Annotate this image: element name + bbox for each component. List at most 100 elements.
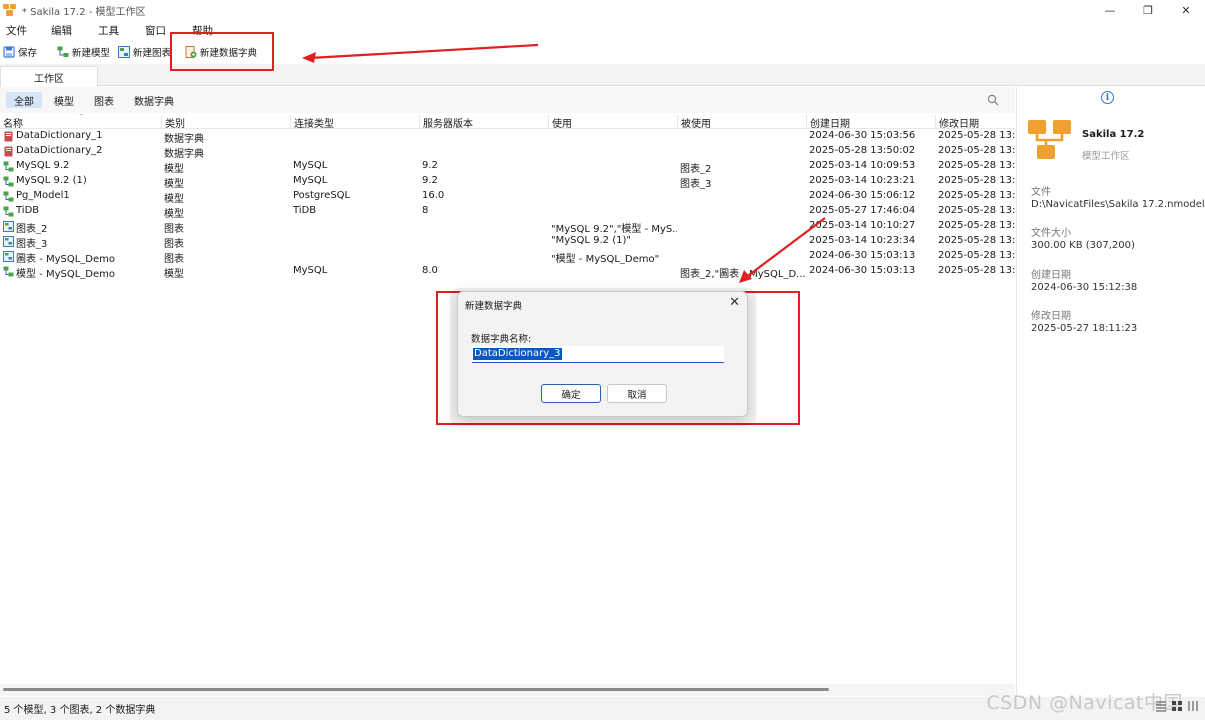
menu-tools[interactable]: 工具 (90, 23, 127, 38)
cell-usedby (677, 220, 806, 234)
grid-header: 名称 ⌃ 类别 连接类型 服务器版本 使用 被使用 创建日期 修改日期 (0, 114, 1015, 130)
menu-window[interactable]: 窗口 (137, 23, 174, 38)
minimize-button[interactable]: — (1091, 0, 1129, 20)
cell-ver (419, 235, 548, 249)
workspace-model-icon (1028, 120, 1071, 159)
cell-usedby (677, 145, 806, 159)
cell-ver: 16.0 (422, 190, 445, 201)
cell-type: 模型 (164, 164, 184, 174)
cell-ver (419, 145, 548, 159)
column-header-server-version[interactable]: 服务器版本 (419, 115, 548, 130)
cell-name: MySQL 9.2 (1) (16, 175, 87, 186)
cell-conn (290, 130, 419, 144)
list-view-icon[interactable] (1155, 700, 1167, 712)
cell-ver (419, 220, 548, 234)
cell-conn (290, 250, 419, 264)
menu-file[interactable]: 文件 (0, 23, 35, 38)
ok-button[interactable]: 确定 (541, 384, 601, 403)
dictionary-name-input[interactable]: DataDictionary_3 (472, 346, 724, 363)
cell-usedby: 图表_2,"圖表 - MySQL_D... (680, 269, 806, 279)
cell-modified: 2025-05-28 13:4 (938, 235, 1015, 246)
cell-type: 数据字典 (164, 149, 204, 159)
panel-subtitle: 模型工作区 (1082, 151, 1130, 162)
cell-usedby: 图表_3 (680, 179, 712, 189)
table-row[interactable]: TiDB 模型 TiDB 8 2025-05-27 17:46:04 2025-05-28… (0, 204, 1015, 219)
column-header-uses[interactable]: 使用 (548, 115, 677, 130)
table-row[interactable]: 图表_2 图表 "MySQL 9.2","模型 - MyS... 2025-03-14… (0, 219, 1015, 234)
cell-modified: 2025-05-28 13:4 (938, 130, 1015, 141)
cell-created: 2025-05-27 17:46:04 (809, 205, 916, 216)
filter-models[interactable]: 模型 (46, 92, 82, 108)
watermark-text: CSDN @Navicat中国 (986, 692, 1183, 714)
cell-uses (548, 205, 677, 219)
annotation-arrowhead-toolbar (302, 52, 316, 63)
column-header-type[interactable]: 类别 (161, 115, 290, 130)
cell-type: 图表 (164, 254, 184, 264)
menu-edit[interactable]: 编辑 (43, 23, 80, 38)
cell-ver: 8 (422, 205, 429, 216)
dialog-title: 新建数据字典 (465, 301, 523, 312)
status-text: 5 个模型, 3 个图表, 2 个数据字典 (4, 705, 156, 716)
panel-title: Sakila 17.2 (1082, 129, 1145, 140)
prop-created-value: 2024-06-30 15:12:38 (1031, 282, 1138, 293)
new-model-button[interactable]: 新建模型 (54, 42, 113, 62)
cell-usedby (677, 190, 806, 204)
new-diagram-label: 新建图表 (133, 48, 172, 59)
icon-view-icon[interactable] (1187, 700, 1199, 712)
info-panel: i Sakila 17.2 模型工作区 文件 D:\NavicatFiles\S… (1016, 87, 1205, 697)
cell-name: TiDB (16, 205, 40, 216)
close-icon[interactable]: ✕ (729, 295, 740, 310)
column-header-connection-type[interactable]: 连接类型 (290, 115, 419, 130)
filter-data-dictionaries[interactable]: 数据字典 (126, 92, 182, 108)
view-switcher (1155, 700, 1199, 712)
cell-type: 图表 (164, 224, 184, 234)
cell-uses (548, 265, 677, 279)
column-header-created[interactable]: 创建日期 (806, 115, 935, 130)
table-row[interactable]: DataDictionary_1 数据字典 2024-06-30 15:03:56 2… (0, 129, 1015, 144)
tab-workspace[interactable]: 工作区 (0, 66, 98, 87)
column-header-name[interactable]: 名称 ⌃ (0, 114, 161, 130)
table-row[interactable]: MySQL 9.2 模型 MySQL 9.2 图表_2 2025-03-14 10:09:… (0, 159, 1015, 174)
column-header-used-by[interactable]: 被使用 (677, 115, 806, 130)
cell-name: 图表_3 (16, 239, 48, 249)
info-icon[interactable]: i (1101, 91, 1114, 104)
table-row[interactable]: Pg_Model1 模型 PostgreSQL 16.0 2024-06-30 15:0… (0, 189, 1015, 204)
prop-file-label: 文件 (1031, 187, 1051, 198)
grid-body: DataDictionary_1 数据字典 2024-06-30 15:03:56 2… (0, 129, 1015, 279)
cell-created: 2025-03-14 10:10:27 (809, 220, 916, 231)
cell-modified: 2025-05-28 13:4 (938, 160, 1015, 171)
app-logo-icon (3, 3, 17, 17)
cancel-button[interactable]: 取消 (607, 384, 667, 403)
cell-type: 模型 (164, 179, 184, 189)
cell-uses: "MySQL 9.2","模型 - MyS... (551, 224, 677, 234)
cell-uses: "模型 - MySQL_Demo" (551, 254, 660, 264)
filter-bar: 全部 模型 图表 数据字典 (0, 87, 1015, 113)
cell-usedby (677, 235, 806, 249)
title-bar: * Sakila 17.2 - 模型工作区 — ❐ ✕ (0, 0, 1205, 20)
window-controls: — ❐ ✕ (1091, 0, 1205, 20)
prop-modified-value: 2025-05-27 18:11:23 (1031, 323, 1138, 334)
cell-conn: MySQL (293, 160, 328, 171)
table-row[interactable]: 图表_3 图表 "MySQL 9.2 (1)" 2025-03-14 10:23:34… (0, 234, 1015, 249)
cell-ver (419, 250, 548, 264)
maximize-button[interactable]: ❐ (1129, 0, 1167, 20)
table-row[interactable]: MySQL 9.2 (1) 模型 MySQL 9.2 图表_3 2025-03-14 10… (0, 174, 1015, 189)
cell-conn (290, 220, 419, 234)
search-icon[interactable] (987, 94, 999, 106)
detail-view-icon[interactable] (1171, 700, 1183, 712)
cell-created: 2025-03-14 10:23:21 (809, 175, 916, 186)
scrollbar-thumb[interactable] (3, 688, 829, 691)
close-button[interactable]: ✕ (1167, 0, 1205, 20)
table-row[interactable]: 模型 - MySQL_Demo 模型 MySQL 8.0 图表_2,"圖表 - MySQ… (0, 264, 1015, 279)
table-row[interactable]: DataDictionary_2 数据字典 2025-05-28 13:50:02 2… (0, 144, 1015, 159)
column-header-modified[interactable]: 修改日期 (935, 115, 1015, 130)
prop-modified-label: 修改日期 (1031, 311, 1071, 322)
filter-diagrams[interactable]: 图表 (86, 92, 122, 108)
filter-all[interactable]: 全部 (6, 92, 42, 108)
save-button[interactable]: 保存 (0, 42, 40, 62)
cell-created: 2024-06-30 15:03:56 (809, 130, 916, 141)
new-diagram-button[interactable]: 新建图表 (115, 42, 174, 62)
cell-modified: 2025-05-28 13:5 (938, 145, 1015, 156)
horizontal-scrollbar[interactable] (0, 684, 1015, 696)
table-row[interactable]: 圖表 - MySQL_Demo 图表 "模型 - MySQL_Demo" 2024-0… (0, 249, 1015, 264)
